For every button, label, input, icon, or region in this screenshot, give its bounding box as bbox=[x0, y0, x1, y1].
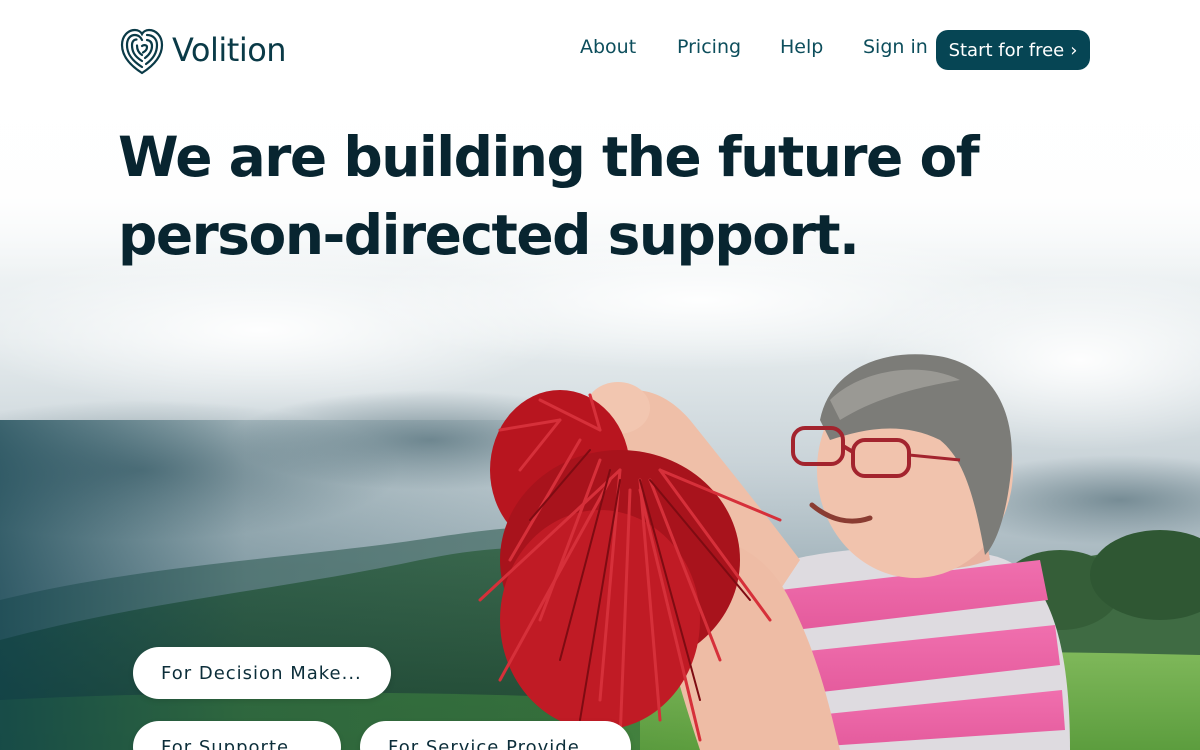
nav-link-sign-in[interactable]: Sign in bbox=[863, 36, 928, 58]
for-decision-makers-button[interactable]: For Decision Make... bbox=[133, 647, 391, 699]
for-service-providers-button[interactable]: For Service Provide... bbox=[360, 721, 631, 750]
hero-headline-line-1: We are building the future of bbox=[118, 125, 980, 189]
hero-headline: We are building the future of person-dir… bbox=[118, 118, 980, 274]
pill-label: For Supporte... bbox=[161, 736, 310, 750]
nav-link-pricing[interactable]: Pricing bbox=[677, 36, 741, 58]
nav-link-help[interactable]: Help bbox=[780, 36, 823, 58]
nav-link-about[interactable]: About bbox=[580, 36, 636, 58]
site-header: Volition About Pricing Help Sign in Star… bbox=[0, 0, 1200, 100]
landing-page: Volition About Pricing Help Sign in Star… bbox=[0, 0, 1200, 750]
hero-headline-line-2: person-directed support. bbox=[118, 203, 860, 267]
start-for-free-label: Start for free bbox=[948, 39, 1065, 61]
hero-image bbox=[0, 0, 1200, 750]
fingerprint-heart-icon bbox=[120, 28, 164, 75]
brand-name: Volition bbox=[172, 31, 287, 69]
chevron-right-icon: › bbox=[1070, 39, 1078, 61]
brand-logo[interactable]: Volition bbox=[120, 24, 287, 76]
pill-label: For Service Provide... bbox=[388, 736, 600, 750]
pill-label: For Decision Make... bbox=[161, 662, 362, 684]
for-supporters-button[interactable]: For Supporte... bbox=[133, 721, 341, 750]
start-for-free-button[interactable]: Start for free › bbox=[936, 30, 1090, 70]
